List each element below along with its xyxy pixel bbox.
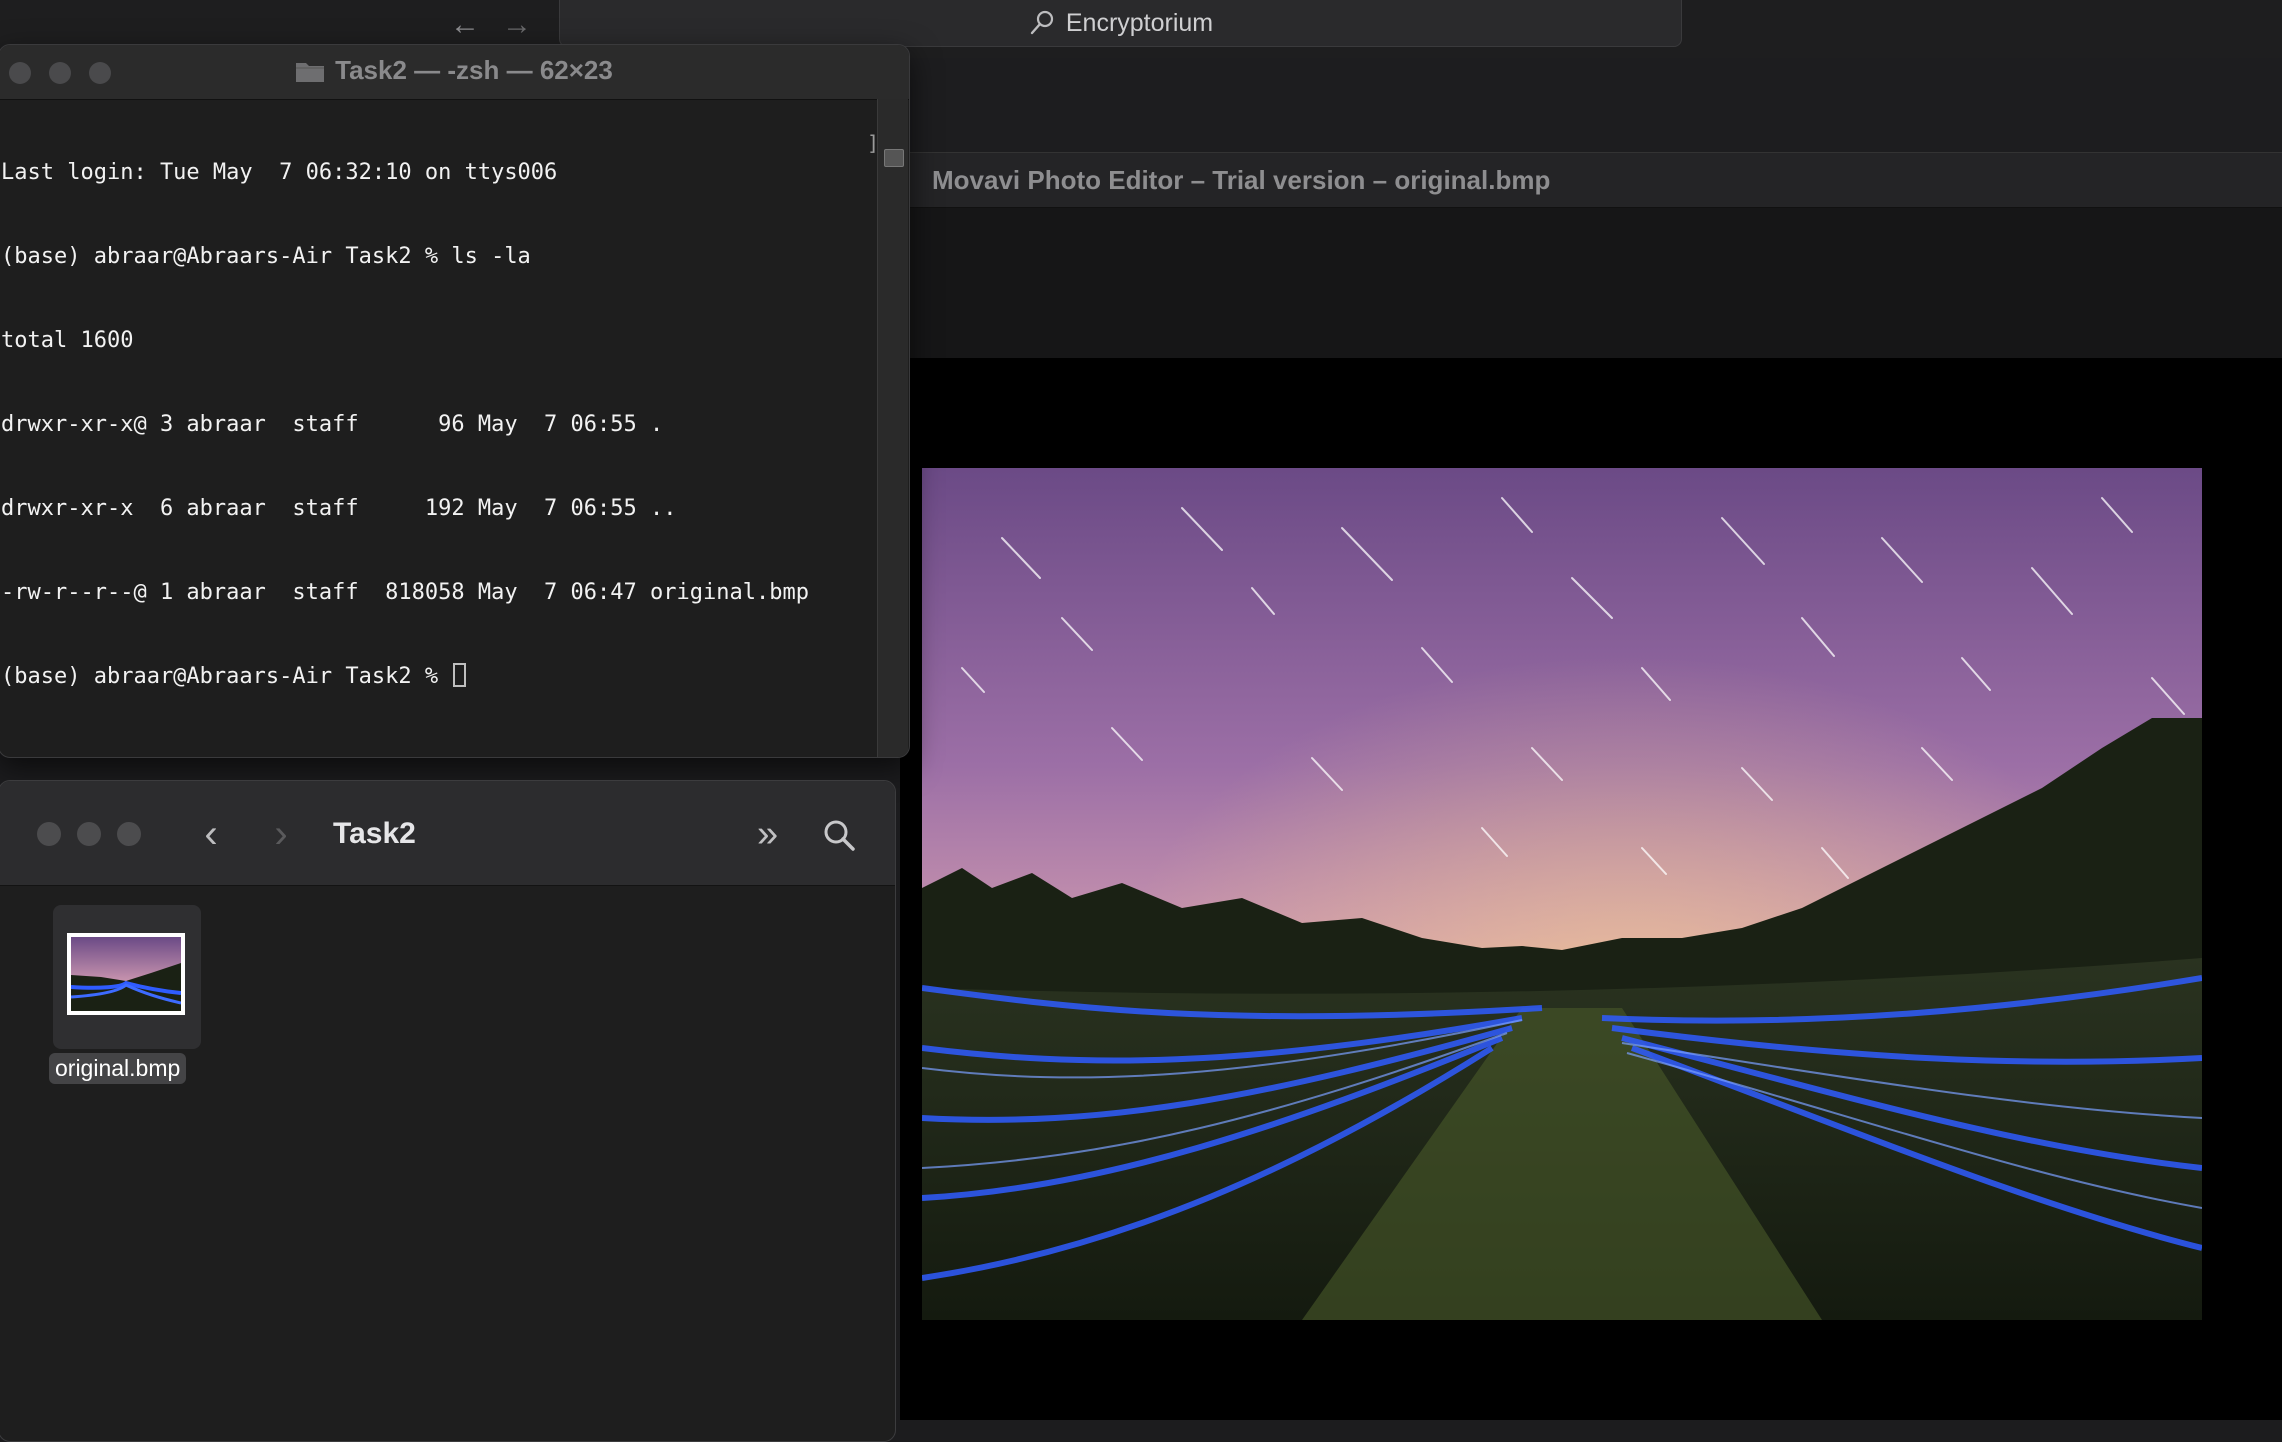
editor-top-band [900,58,2282,153]
photo-canvas[interactable] [922,468,2202,1320]
more-toolbar-items-icon[interactable]: » [757,813,778,856]
terminal-line: total 1600 [1,328,134,353]
file-name-label[interactable]: original.bmp [49,1053,187,1084]
forward-arrow-icon[interactable]: → [497,8,537,42]
editor-toolbar [900,208,2282,358]
terminal-title: Task2 — -zsh — 62×23 [335,55,613,85]
terminal-line: -rw-r--r--@ 1 abraar staff 818058 May 7 … [1,580,809,605]
editor-window-title: Movavi Photo Editor – Trial version – or… [932,165,1551,195]
search-icon[interactable] [821,817,857,853]
terminal-line: drwxr-xr-x 6 abraar staff 192 May 7 06:5… [1,496,677,521]
terminal-line: Last login: Tue May 7 06:32:10 on ttys00… [1,160,558,185]
folder-icon [296,62,325,82]
finder-window[interactable]: ‹ › Task2 » original.bmp [0,780,896,1442]
forward-chevron-icon[interactable]: › [261,809,301,859]
terminal-scrollbar[interactable] [877,99,908,757]
back-chevron-icon[interactable]: ‹ [191,809,231,859]
zoom-button[interactable] [117,822,141,846]
text-cursor [453,663,467,687]
terminal-output[interactable]: Last login: Tue May 7 06:32:10 on ttys00… [1,103,871,753]
back-arrow-icon[interactable]: ← [445,8,485,42]
terminal-line: (base) abraar@Abraars-Air Task2 % ls -la [1,244,531,269]
terminal-prompt-line[interactable]: (base) abraar@Abraars-Air Task2 % [1,663,871,691]
terminal-line: drwxr-xr-x@ 3 abraar staff 96 May 7 06:5… [1,412,664,437]
terminal-window[interactable]: Task2 — -zsh — 62×23 Last login: Tue May… [0,44,910,758]
search-icon [1030,10,1053,35]
address-text: Encryptorium [1065,8,1214,37]
image-thumbnail-icon [71,937,181,1011]
night-sky-photo [922,468,2202,1320]
terminal-title-group: Task2 — -zsh — 62×23 [0,55,909,86]
address-bar[interactable]: Encryptorium [559,0,1682,47]
file-item[interactable] [53,905,201,1049]
finder-toolbar[interactable]: ‹ › Task2 » [0,781,895,886]
close-button[interactable] [37,822,61,846]
minimize-button[interactable] [77,822,101,846]
terminal-titlebar[interactable]: Task2 — -zsh — 62×23 [0,45,909,100]
split-view-icon[interactable] [884,149,904,167]
terminal-prompt: (base) abraar@Abraars-Air Task2 % [1,664,452,689]
photo-editor-window: Movavi Photo Editor – Trial version – or… [900,58,2282,1420]
editor-titlebar[interactable]: Movavi Photo Editor – Trial version – or… [900,153,2282,208]
finder-title: Task2 [333,817,416,850]
file-thumbnail [67,933,185,1015]
